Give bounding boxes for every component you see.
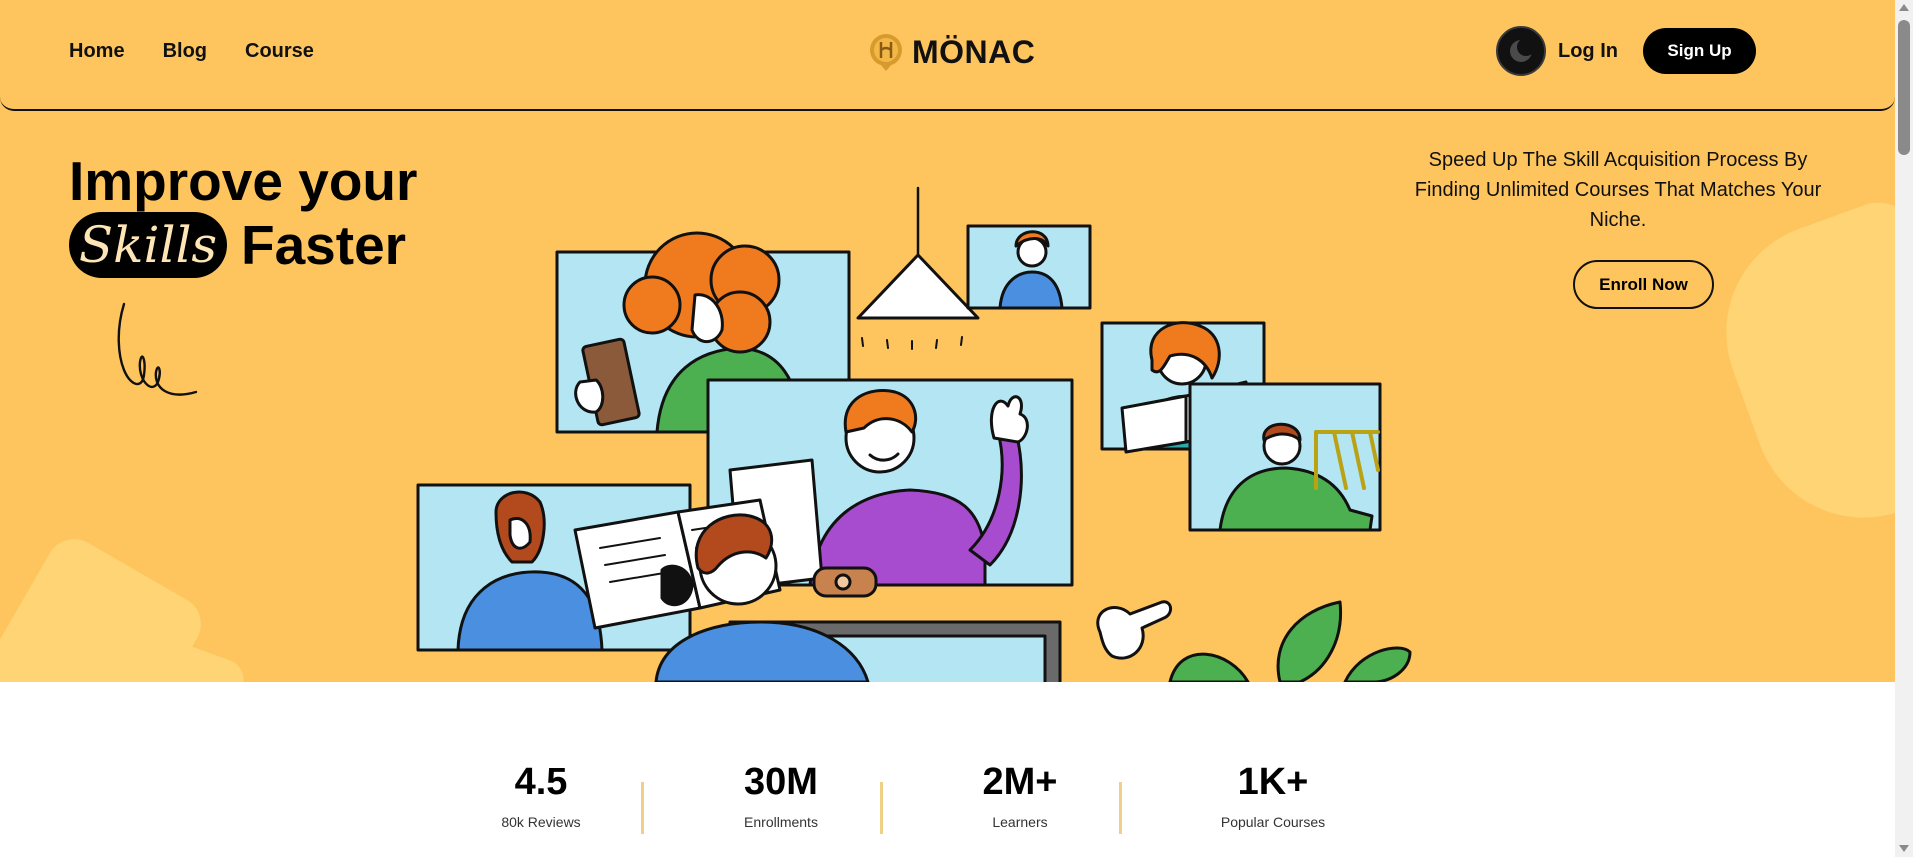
hero-heading: Improve your Skills Faster xyxy=(69,150,417,278)
theme-toggle-button[interactable] xyxy=(1496,26,1546,76)
decorative-blob xyxy=(1695,191,1895,549)
skills-highlight: Skills xyxy=(69,212,227,278)
stat-value: 1K+ xyxy=(1237,761,1309,803)
stat-item: 1K+ Popular Courses xyxy=(1193,760,1353,830)
stat-label: Enrollments xyxy=(744,814,818,830)
nav-link-blog[interactable]: Blog xyxy=(163,40,207,63)
online-learning-illustration xyxy=(416,186,1412,682)
logo-text: MÖNAC xyxy=(912,33,1036,70)
stat-item: 2M+ Learners xyxy=(940,760,1100,830)
scroll-up-arrow-icon[interactable] xyxy=(1899,4,1909,11)
stat-label: Learners xyxy=(992,814,1048,830)
scrollbar-thumb[interactable] xyxy=(1898,20,1910,155)
stat-label: 80k Reviews xyxy=(501,814,581,830)
stat-divider xyxy=(1119,782,1122,834)
nav-link-home[interactable]: Home xyxy=(69,40,125,63)
stat-divider xyxy=(641,782,644,834)
login-link[interactable]: Log In xyxy=(1558,40,1618,63)
logo[interactable]: MÖNAC xyxy=(868,32,1035,72)
hero-section: Home Blog Course MÖNAC Log In Sign Up Im… xyxy=(0,0,1895,682)
stat-divider xyxy=(880,782,883,834)
page-scrollbar[interactable] xyxy=(1895,0,1913,857)
nav-link-course[interactable]: Course xyxy=(245,40,314,63)
nav-links: Home Blog Course xyxy=(69,40,314,63)
stat-value: 4.5 xyxy=(514,761,568,803)
logo-icon xyxy=(870,34,902,71)
hero-heading-line1: Improve your xyxy=(69,150,418,212)
squiggle-decoration xyxy=(117,302,198,396)
scroll-down-arrow-icon[interactable] xyxy=(1899,845,1909,852)
hero-heading-line2: Faster xyxy=(241,214,407,276)
stat-value: 2M+ xyxy=(982,761,1058,803)
enroll-now-button[interactable]: Enroll Now xyxy=(1573,260,1714,309)
stat-label: Popular Courses xyxy=(1220,814,1326,830)
stat-value: 30M xyxy=(744,761,818,803)
stat-item: 4.5 80k Reviews xyxy=(461,760,621,830)
signup-button[interactable]: Sign Up xyxy=(1643,28,1756,74)
moon-icon xyxy=(1510,38,1534,62)
navbar: Home Blog Course MÖNAC Log In Sign Up xyxy=(0,0,1895,111)
stat-item: 30M Enrollments xyxy=(701,760,861,830)
